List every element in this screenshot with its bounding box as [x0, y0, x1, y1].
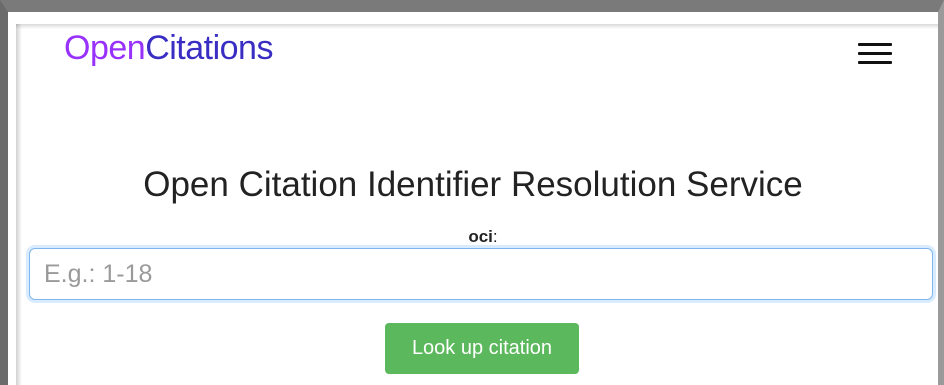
- browser-window: OpenCitations Open Citation Identifier R…: [0, 0, 944, 385]
- hamburger-bar: [858, 52, 892, 55]
- brand-open-text: Open: [64, 29, 146, 67]
- page-title: Open Citation Identifier Resolution Serv…: [143, 165, 803, 204]
- hamburger-bar: [858, 43, 892, 46]
- brand-citations-text: Citations: [145, 29, 273, 67]
- hamburger-bar: [858, 61, 892, 64]
- hamburger-menu-icon[interactable]: [855, 36, 895, 70]
- look-up-citation-button[interactable]: Look up citation: [385, 323, 579, 374]
- oci-label-colon: :: [492, 227, 498, 246]
- oci-label-text: oci: [468, 227, 493, 246]
- brand-logo-link[interactable]: OpenCitations: [64, 28, 273, 68]
- oci-input[interactable]: [29, 248, 933, 300]
- oci-field-label: oci:: [8, 226, 938, 248]
